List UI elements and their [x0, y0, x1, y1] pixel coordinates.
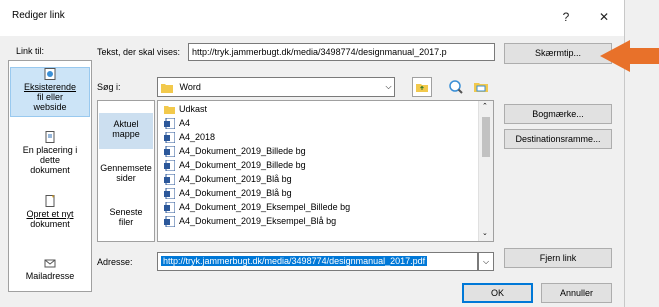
document-place-icon	[45, 131, 55, 143]
orange-arrow-icon	[600, 40, 659, 72]
places-pane: Aktuel mappe Gennemsete sider Seneste fi…	[97, 100, 155, 242]
mail-icon	[44, 259, 56, 268]
browse-file-button[interactable]	[471, 77, 491, 97]
target-frame-button[interactable]: Destinationsramme...	[504, 129, 612, 149]
look-in-select[interactable]: Word	[157, 77, 395, 97]
file-list: Udkast A4 A4_2018 A4_Dokument_2019_Bille…	[157, 100, 494, 242]
new-document-icon	[45, 195, 55, 207]
folder-up-button[interactable]	[412, 77, 432, 97]
word-document-icon	[164, 174, 175, 186]
link-existing-label-3: webside	[33, 102, 67, 112]
word-document-icon	[164, 216, 175, 228]
link-mail-label: Mailadresse	[25, 271, 75, 281]
browse-web-icon	[449, 80, 463, 94]
file-name: A4_Dokument_2019_Billede bg	[179, 146, 306, 156]
close-button[interactable]: ✕	[594, 8, 614, 26]
file-list-item[interactable]: A4_Dokument_2019_Billede bg	[164, 145, 306, 158]
text-to-display-input[interactable]: http://tryk.jammerbugt.dk/media/3498774/…	[188, 43, 495, 61]
place-browsed-pages[interactable]: Gennemsete sider	[99, 163, 153, 193]
dialog-title: Rediger link	[12, 10, 65, 21]
link-existing-file-webpage[interactable]: Eksisterende fil eller webside	[10, 67, 90, 117]
link-place-in-document[interactable]: En placering i dette dokument	[10, 131, 90, 181]
cancel-button[interactable]: Annuller	[541, 283, 612, 303]
link-existing-label-1: Eksisterende	[23, 82, 77, 92]
browse-file-icon	[474, 83, 488, 92]
globe-page-icon	[44, 68, 56, 80]
remove-link-button[interactable]: Fjern link	[504, 248, 612, 268]
scrollbar-thumb[interactable]	[482, 117, 490, 157]
address-label: Adresse:	[97, 257, 133, 267]
word-document-icon	[164, 202, 175, 214]
file-list-item[interactable]: A4_Dokument_2019_Blå bg	[164, 187, 292, 200]
link-new-label-2: dokument	[30, 219, 70, 229]
file-list-item[interactable]: A4_Dokument_2019_Blå bg	[164, 173, 292, 186]
look-in-dropdown-chevron-icon[interactable]: ⌵	[383, 78, 394, 96]
file-list-item[interactable]: A4_Dokument_2019_Eksempel_Blå bg	[164, 215, 336, 228]
link-create-new-document[interactable]: Opret et nyt dokument	[10, 195, 90, 235]
link-to-label: Link til:	[16, 46, 45, 56]
file-list-item[interactable]: A4_Dokument_2019_Eksempel_Billede bg	[164, 201, 350, 214]
bookmark-button[interactable]: Bogmærke...	[504, 104, 612, 124]
place-current-folder[interactable]: Aktuel mappe	[99, 113, 153, 149]
file-name: A4_Dokument_2019_Billede bg	[179, 160, 306, 170]
file-list-scrollbar[interactable]: ⌃ ⌄	[478, 101, 493, 241]
link-place-label-1: En placering i	[22, 145, 78, 155]
link-existing-label-2: fil eller	[36, 92, 63, 102]
ok-button[interactable]: OK	[462, 283, 533, 303]
file-name: A4_Dokument_2019_Eksempel_Billede bg	[179, 202, 351, 212]
word-document-icon	[164, 132, 175, 144]
look-in-value: Word	[179, 82, 201, 92]
link-place-label-2: dette	[39, 155, 61, 165]
word-document-icon	[164, 188, 175, 200]
address-dropdown-chevron-icon[interactable]: ⌵	[478, 252, 494, 271]
place-recent-files-line1: Seneste	[109, 207, 143, 217]
file-name: A4_Dokument_2019_Blå bg	[179, 188, 292, 198]
file-name: A4	[179, 118, 191, 128]
screentip-button[interactable]: Skærmtip...	[504, 43, 612, 64]
word-document-icon	[164, 160, 175, 172]
scroll-down-icon[interactable]: ⌄	[482, 229, 488, 237]
scroll-up-icon[interactable]: ⌃	[482, 102, 488, 110]
file-list-item[interactable]: A4_2018	[164, 131, 215, 144]
word-document-icon	[164, 118, 175, 130]
place-current-folder-line1: Aktuel	[113, 119, 139, 129]
file-list-item[interactable]: Udkast	[164, 103, 207, 116]
title-bar: Rediger link ? ✕	[0, 0, 624, 36]
link-type-bar: Eksisterende fil eller webside En placer…	[8, 60, 92, 292]
link-new-label-1: Opret et nyt	[26, 209, 74, 219]
link-place-label-3: dokument	[30, 165, 70, 175]
edit-link-dialog: Rediger link ? ✕ Link til: Eksisterende …	[0, 0, 659, 307]
link-email-address[interactable]: Mailadresse	[10, 257, 90, 285]
folder-icon	[161, 83, 173, 93]
look-in-label: Søg i:	[97, 82, 121, 92]
help-button[interactable]: ?	[556, 8, 576, 26]
file-name: A4_2018	[179, 132, 216, 142]
folder-icon	[164, 106, 175, 115]
address-input[interactable]: http://tryk.jammerbugt.dk/media/3498774/…	[157, 252, 478, 271]
folder-up-icon	[416, 84, 428, 92]
place-recent-files-line2: filer	[118, 217, 134, 227]
text-to-display-label: Tekst, der skal vises:	[97, 47, 181, 57]
file-list-item[interactable]: A4_Dokument_2019_Billede bg	[164, 159, 306, 172]
file-list-item[interactable]: A4	[164, 117, 190, 130]
file-name: A4_Dokument_2019_Blå bg	[179, 174, 292, 184]
place-browsed-pages-line1: Gennemsete	[100, 163, 152, 173]
word-document-icon	[164, 146, 175, 158]
place-browsed-pages-line2: sider	[116, 173, 136, 183]
file-name: Udkast	[179, 104, 208, 114]
file-name: A4_Dokument_2019_Eksempel_Blå bg	[179, 216, 337, 226]
browse-web-button[interactable]	[446, 77, 466, 97]
place-recent-files[interactable]: Seneste filer	[99, 207, 153, 237]
place-current-folder-line2: mappe	[112, 129, 140, 139]
address-value: http://tryk.jammerbugt.dk/media/3498774/…	[161, 256, 428, 266]
